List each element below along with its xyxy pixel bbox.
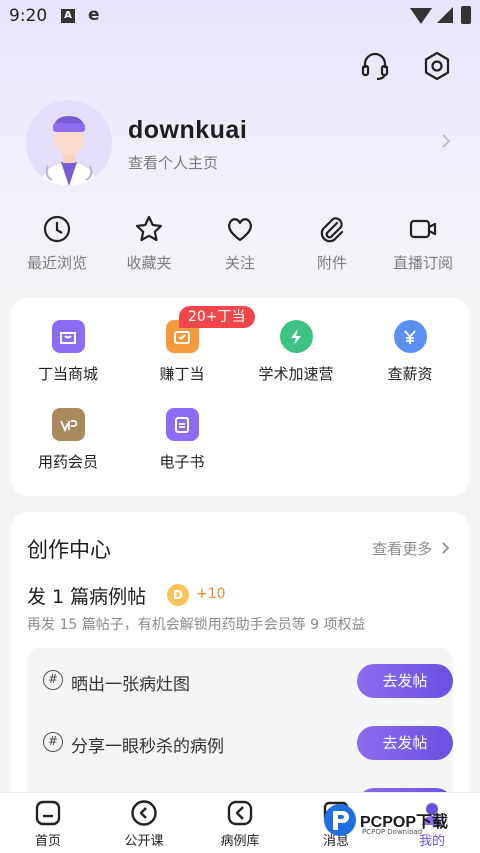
- quick-favorites[interactable]: 收藏夹: [104, 214, 194, 273]
- post-prompt-list: # 晒出一张病灶图 去发帖 # 分享一眼秒杀的病例 去发帖 # 去发帖: [27, 648, 453, 808]
- creation-title: 创作中心: [27, 538, 111, 562]
- service-mall[interactable]: 丁当商城: [11, 320, 125, 384]
- task-title: 发 1 篇病例帖: [27, 586, 147, 608]
- service-label: 学术加速营: [258, 365, 334, 383]
- wifi-icon: [410, 8, 432, 24]
- view-more-link[interactable]: 查看更多: [372, 538, 451, 559]
- chevron-right-icon: [442, 542, 450, 554]
- service-salary[interactable]: 查薪资: [353, 320, 467, 384]
- hashtag-icon: #: [43, 670, 63, 690]
- prompt-text: 晒出一张病灶图: [71, 675, 190, 695]
- service-label: 丁当商城: [37, 365, 98, 383]
- home-icon: [35, 800, 61, 826]
- service-label: 电子书: [159, 453, 205, 471]
- tab-label: 首页: [34, 834, 61, 849]
- view-more-label: 查看更多: [372, 540, 433, 558]
- view-profile-link[interactable]: 查看个人主页: [128, 152, 218, 173]
- service-label: 用药会员: [37, 453, 98, 471]
- quick-live-subscriptions[interactable]: 直播订阅: [378, 214, 468, 273]
- quick-label: 直播订阅: [392, 254, 453, 272]
- earn-badge: 20+丁当: [179, 306, 255, 328]
- status-time: 9:20: [9, 6, 48, 26]
- play-icon: [131, 800, 157, 826]
- header-actions: [360, 50, 452, 82]
- service-academic[interactable]: 学术加速营: [239, 320, 353, 384]
- tab-home[interactable]: 首页: [0, 799, 96, 849]
- case-icon: [227, 800, 253, 826]
- star-icon: [135, 215, 163, 242]
- service-earn[interactable]: 赚丁当: [125, 320, 239, 384]
- signal-icon: [437, 7, 453, 23]
- quick-label: 关注: [224, 254, 255, 272]
- ebook-icon: [165, 408, 199, 441]
- bolt-icon: [279, 320, 313, 353]
- quick-recent[interactable]: 最近浏览: [12, 214, 102, 273]
- list-item: # 晒出一张病灶图 去发帖: [27, 656, 453, 706]
- list-item: # 分享一眼秒杀的病例 去发帖: [27, 718, 453, 768]
- quick-actions: 最近浏览 收藏夹 关注 附件 直播订阅: [0, 214, 480, 276]
- quick-attachments[interactable]: 附件: [287, 214, 377, 273]
- username: downkuai: [128, 116, 248, 144]
- tab-label: 公开课: [124, 834, 164, 849]
- creation-center-card: 创作中心 查看更多 发 1 篇病例帖 D +10 再发 15 篇帖子，有机会解锁…: [11, 512, 469, 812]
- service-drug-member[interactable]: 用药会员: [11, 408, 125, 472]
- quick-label: 附件: [316, 254, 347, 272]
- watermark: PCPOP下载 PCPOP Download: [322, 800, 472, 840]
- battery-icon: [461, 6, 471, 24]
- yen-icon: [393, 320, 427, 353]
- hashtag-icon: #: [43, 732, 63, 752]
- tab-open-course[interactable]: 公开课: [96, 799, 192, 849]
- prompt-text: 分享一眼秒杀的病例: [71, 737, 224, 757]
- task-description: 再发 15 篇帖子，有机会解锁用药助手会员等 9 项权益: [27, 617, 366, 633]
- chevron-right-icon: [442, 134, 451, 148]
- tab-case-library[interactable]: 病例库: [192, 799, 288, 849]
- quick-label: 收藏夹: [126, 254, 172, 272]
- browser-notification-icon: e: [88, 5, 100, 25]
- avatar[interactable]: [26, 100, 112, 186]
- profile-header[interactable]: downkuai 查看个人主页: [26, 100, 456, 190]
- heart-icon: [228, 218, 252, 242]
- vip-icon: [51, 408, 85, 441]
- paperclip-icon: [320, 217, 344, 243]
- pcpop-logo-icon: [324, 804, 356, 836]
- quick-follow[interactable]: 关注: [195, 214, 285, 273]
- settings-icon[interactable]: [422, 50, 452, 82]
- video-icon: [409, 219, 437, 239]
- watermark-sub: PCPOP Download: [362, 828, 423, 836]
- service-label: 查薪资: [387, 365, 433, 383]
- go-post-button[interactable]: 去发帖: [357, 664, 453, 698]
- app-notification-icon: A: [61, 9, 75, 23]
- service-label: 赚丁当: [159, 365, 205, 383]
- quick-label: 最近浏览: [26, 254, 87, 272]
- shop-icon: [51, 320, 85, 353]
- clock-icon: [43, 215, 71, 243]
- go-post-button[interactable]: 去发帖: [357, 726, 453, 760]
- task-points: +10: [196, 586, 226, 602]
- headset-icon[interactable]: [360, 50, 390, 82]
- coin-icon: D: [167, 584, 189, 606]
- tab-label: 病例库: [220, 834, 260, 849]
- service-ebook[interactable]: 电子书: [125, 408, 239, 472]
- status-bar: 9:20 A e: [0, 0, 480, 34]
